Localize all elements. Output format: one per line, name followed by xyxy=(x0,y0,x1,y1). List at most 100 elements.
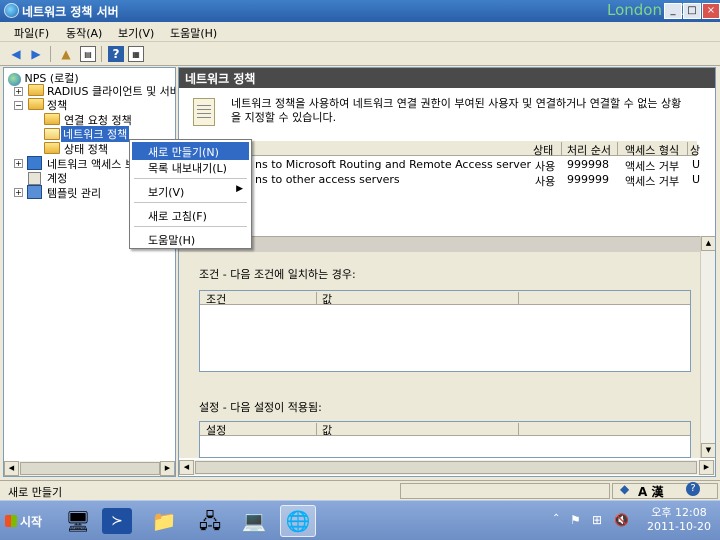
help-icon[interactable]: ? xyxy=(108,46,124,62)
menu-bar: 파일(F) 동작(A) 보기(V) 도움말(H) xyxy=(0,22,720,42)
folder-icon xyxy=(44,142,60,154)
table-row[interactable]: ns to Microsoft Routing and Remote Acces… xyxy=(185,157,700,173)
tree-node-network-policies[interactable]: 네트워크 정책 xyxy=(61,126,130,142)
status-bar: 새로 만들기 xyxy=(0,480,720,500)
powershell-icon[interactable]: ≻ xyxy=(102,508,132,534)
column-access-type[interactable]: 액세스 형식 xyxy=(625,142,679,158)
menu-file[interactable]: 파일(F) xyxy=(14,25,49,41)
menu-help[interactable]: 도움말(H) xyxy=(170,25,217,41)
network-tray-icon[interactable]: ⊞ xyxy=(592,513,602,527)
col-condition[interactable]: 조건 xyxy=(206,291,226,307)
collapse-minus-icon[interactable]: − xyxy=(14,101,23,110)
open-folder-icon xyxy=(44,128,60,140)
policy-name: ns to Microsoft Routing and Remote Acces… xyxy=(255,158,532,171)
policy-access: 액세스 거부 xyxy=(625,175,680,188)
menu-action[interactable]: 동작(A) xyxy=(66,25,102,41)
col-value[interactable]: 값 xyxy=(322,291,332,307)
close-button[interactable]: × xyxy=(702,3,720,19)
clock[interactable]: 오후 12:08 2011-10-20 xyxy=(640,506,718,534)
show-hide-tree-icon[interactable]: ▤ xyxy=(80,46,96,62)
minimize-button[interactable]: _ xyxy=(664,3,682,19)
status-panel xyxy=(400,483,610,499)
menu-separator xyxy=(134,202,247,203)
conditions-title: 조건 - 다음 조건에 일치하는 경우: xyxy=(199,268,356,281)
templates-icon xyxy=(27,185,42,199)
settings-grid-header: 설정 값 xyxy=(200,422,690,438)
explorer-folder-icon[interactable]: 📁 xyxy=(146,505,182,537)
network-icon[interactable]: 🖧 xyxy=(192,505,228,537)
tree-node-accounting[interactable]: 계정 xyxy=(47,170,67,186)
menu-view[interactable]: 보기(V) xyxy=(118,25,154,41)
policy-order: 999998 xyxy=(567,158,609,171)
col-setting[interactable]: 설정 xyxy=(206,422,226,438)
scroll-right-icon[interactable]: ▶ xyxy=(699,460,714,475)
scroll-thumb[interactable] xyxy=(20,462,160,475)
details-pane: 네트워크 정책 네트워크 정책을 사용하여 네트워크 연결 권한이 부여된 사용… xyxy=(178,67,716,477)
column-divider xyxy=(687,142,688,155)
remote-desktop-icon[interactable]: 💻 xyxy=(236,505,272,537)
scroll-down-icon[interactable]: ▼ xyxy=(701,443,715,458)
horizontal-scrollbar[interactable]: ◀ ▶ xyxy=(179,460,715,475)
action-center-flag-icon[interactable]: ⚑ xyxy=(570,513,581,527)
console-tree: NPS (로컬) + RADIUS 클라이언트 및 서버 − 정책 연결 요청 … xyxy=(3,67,176,477)
column-status[interactable]: 상태 xyxy=(533,142,553,158)
expand-plus-icon[interactable]: + xyxy=(14,188,23,197)
volume-muted-icon[interactable]: 🔇 xyxy=(614,513,629,527)
forward-arrow-icon[interactable]: ▶ xyxy=(28,46,44,62)
tree-horizontal-scrollbar[interactable]: ◀ ▶ xyxy=(4,461,175,476)
windows-logo-icon xyxy=(5,515,17,527)
menu-item-export-list[interactable]: 목록 내보내기(L) xyxy=(132,158,249,176)
scroll-left-icon[interactable]: ◀ xyxy=(179,460,194,475)
context-menu: 새로 만들기(N) 목록 내보내기(L) 보기(V) ▶ 새로 고침(F) 도움… xyxy=(129,139,252,249)
settings-title: 설정 - 다음 설정이 적용됨: xyxy=(199,401,322,414)
nps-taskbar-icon[interactable]: 🌐 xyxy=(280,505,316,537)
policy-status: 사용 xyxy=(535,175,556,188)
menu-item-help[interactable]: 도움말(H) xyxy=(132,230,249,248)
start-button[interactable]: 시작 xyxy=(2,509,48,533)
policy-order: 999999 xyxy=(567,173,609,186)
conditions-grid: 조건 값 xyxy=(199,290,691,372)
column-divider xyxy=(518,423,519,435)
detail-splitter[interactable] xyxy=(179,236,715,252)
scroll-left-icon[interactable]: ◀ xyxy=(4,461,19,476)
scroll-right-icon[interactable]: ▶ xyxy=(160,461,175,476)
start-label: 시작 xyxy=(20,515,43,529)
col-value[interactable]: 값 xyxy=(322,422,332,438)
back-arrow-icon[interactable]: ◀ xyxy=(8,46,24,62)
taskbar: 시작 🖥 ≻ 📁 🖧 💻 🌐 ⌃ ⚑ ⊞ 🔇 오후 12:08 2011-10-… xyxy=(0,500,720,540)
globe-icon xyxy=(8,72,21,86)
vertical-scrollbar[interactable]: ▲ ▼ xyxy=(700,236,715,458)
column-more[interactable]: 상 xyxy=(690,142,700,158)
policy-extra: U xyxy=(692,173,701,186)
menu-item-view[interactable]: 보기(V) ▶ xyxy=(132,182,249,200)
menu-item-refresh[interactable]: 새로 고침(F) xyxy=(132,206,249,224)
table-row[interactable]: ns to other access servers 사용 999999 액세스… xyxy=(185,172,701,188)
folder-icon xyxy=(44,113,60,125)
server-manager-icon[interactable]: 🖥 xyxy=(60,505,96,537)
expand-plus-icon[interactable]: + xyxy=(14,87,23,96)
maximize-button[interactable]: □ xyxy=(683,3,701,19)
properties-icon[interactable]: ▦ xyxy=(128,46,144,62)
menu-item-view-label: 보기(V) xyxy=(148,186,185,199)
status-text: 새로 만들기 xyxy=(8,486,63,499)
scroll-thumb[interactable] xyxy=(195,461,697,474)
column-processing-order[interactable]: 처리 순서 xyxy=(567,142,611,158)
tree-node-policies[interactable]: 정책 xyxy=(47,97,67,113)
policy-name: ns to other access servers xyxy=(255,173,400,186)
toolbar-separator xyxy=(50,46,51,62)
expand-plus-icon[interactable]: + xyxy=(14,159,23,168)
input-method-icon[interactable]: ◆ xyxy=(620,482,629,496)
up-folder-icon[interactable]: ▲ xyxy=(58,46,74,62)
scroll-up-icon[interactable]: ▲ xyxy=(701,236,715,251)
network-access-protection-icon xyxy=(27,156,42,170)
pane-description: 네트워크 정책을 사용하여 네트워크 연결 권한이 부여된 사용자 및 연결하거… xyxy=(231,97,682,124)
accounting-icon xyxy=(28,172,41,185)
language-indicator[interactable]: A 漢 xyxy=(638,483,663,500)
tree-node-templates-management[interactable]: 템플릿 관리 xyxy=(47,185,101,201)
toolbar-separator xyxy=(101,46,102,62)
help-icon[interactable]: ? xyxy=(686,482,700,496)
tree-node-health-policies[interactable]: 상태 정책 xyxy=(64,141,108,157)
folder-icon xyxy=(28,98,44,110)
window-title: 네트워크 정책 서버 xyxy=(22,5,119,19)
show-hidden-icons-icon[interactable]: ⌃ xyxy=(552,513,560,524)
